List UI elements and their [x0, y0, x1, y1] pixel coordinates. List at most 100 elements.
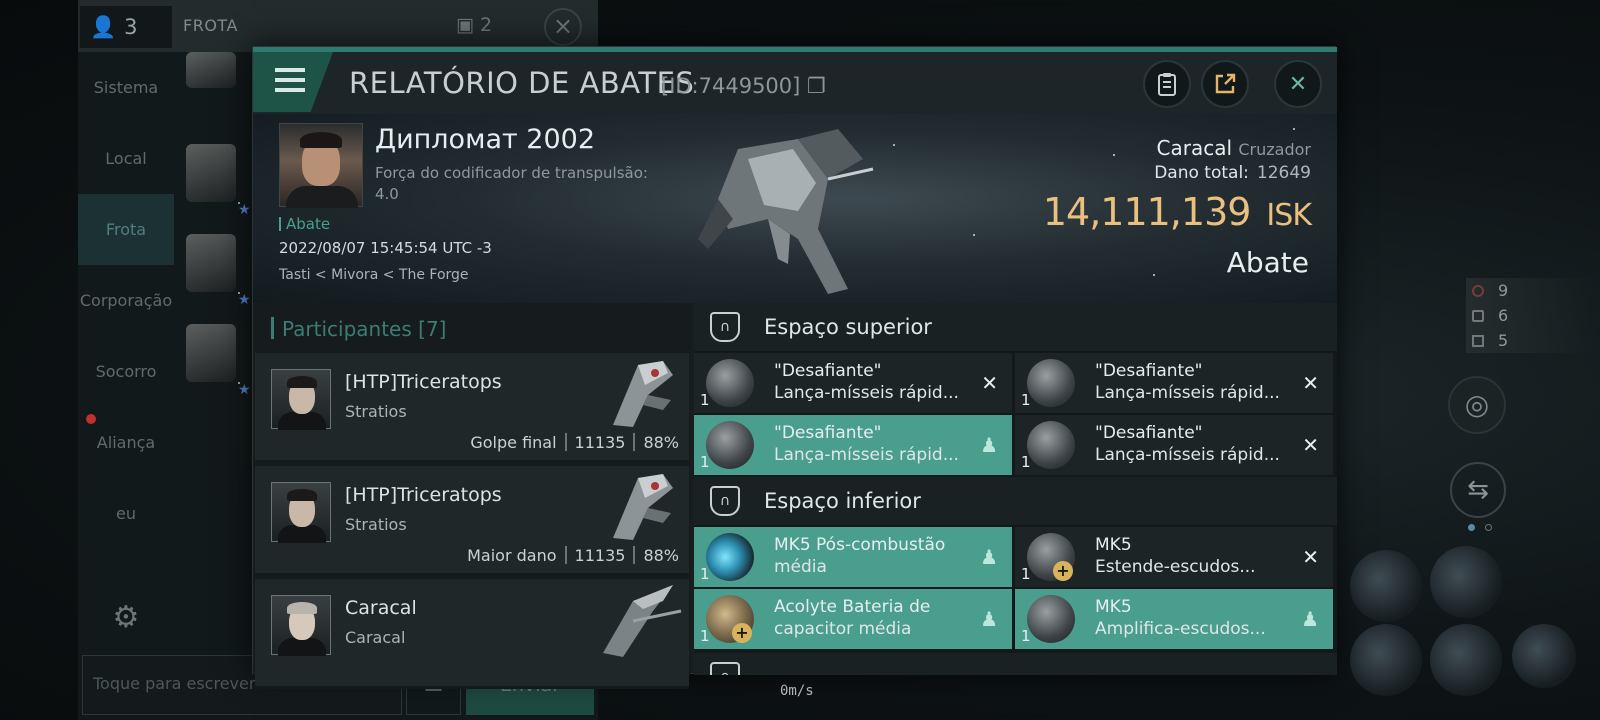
avatar[interactable]: ★ — [186, 324, 251, 398]
hud-stat: 9 — [1466, 278, 1596, 303]
member-slots[interactable]: ▣ 2 — [456, 14, 492, 36]
participant-ship-icon — [603, 585, 682, 657]
nav-item-corporacao[interactable]: Corporação — [78, 265, 174, 336]
clipboard-button[interactable] — [1143, 60, 1191, 108]
shield-amplifier-icon — [1027, 595, 1075, 643]
section-low-slots: ∩ Espaço inferior — [694, 477, 1337, 525]
clipboard-icon — [1158, 73, 1176, 96]
module-slot[interactable] — [1350, 550, 1422, 622]
nav-item-alianca[interactable]: Aliança — [78, 407, 174, 478]
kill-id[interactable]: [ID:7449500] ❐ — [661, 74, 826, 98]
module-slot[interactable] — [1512, 624, 1576, 688]
menu-button[interactable] — [253, 52, 333, 112]
close-icon: ✕ — [1288, 71, 1308, 97]
item-name-line1: MK5 Pós-combustão — [774, 535, 946, 555]
swap-icon[interactable]: ⇆ — [1450, 462, 1506, 518]
victim-portrait[interactable] — [279, 123, 363, 208]
slot-icon: ∩ — [710, 662, 740, 675]
page-dot[interactable] — [1468, 524, 1475, 531]
notification-dot — [86, 414, 96, 424]
fitted-item[interactable]: 1 MK5 Pós-combustão média ♟ — [694, 527, 1012, 587]
victim-detail: Força do codificador de transpulsão: 4.0 — [375, 164, 648, 203]
avatar[interactable]: ★ — [186, 234, 251, 308]
fitted-item[interactable]: 1 "Desafiante" Lança-mísseis rápid... ✕ — [1015, 415, 1333, 475]
nav-item-frota[interactable]: Frota — [78, 194, 174, 265]
section-title: Espaço inferior — [764, 489, 921, 513]
eye-icon[interactable]: ◎ — [1448, 376, 1506, 434]
kill-location[interactable]: Tasti < Mivora < The Forge — [279, 267, 469, 283]
item-qty: 1 — [1021, 391, 1031, 409]
module-slot[interactable] — [1430, 624, 1502, 696]
close-chat-button[interactable]: × — [544, 8, 582, 46]
fitted-item[interactable]: 1 "Desafiante" Lança-mísseis rápid... ♟ — [694, 415, 1012, 475]
participant-name: Caracal — [345, 597, 417, 619]
nav-item-socorro[interactable]: Socorro — [78, 336, 174, 407]
hud-stats: 9 6 5 — [1466, 278, 1596, 353]
fitted-item[interactable]: + 1 MK5 Estende-escudos... ✕ — [1015, 527, 1333, 587]
plus-icon: + — [732, 623, 752, 643]
nav-item-label: Aliança — [96, 433, 156, 452]
item-name-line2: Lança-mísseis rápid... — [1095, 445, 1280, 465]
victim-summary: Дипломат 2002 Força do codificador de tr… — [253, 114, 1337, 303]
hud-stat: 5 — [1466, 328, 1596, 353]
participant-ship: Caracal — [345, 628, 406, 647]
item-qty: 1 — [700, 565, 710, 583]
module-slot[interactable] — [1430, 546, 1502, 618]
participant-avatar[interactable] — [271, 482, 331, 543]
destroyed-icon: ✕ — [1302, 433, 1319, 457]
fitted-item[interactable]: 1 "Desafiante" Lança-mísseis rápid... ✕ — [694, 353, 1012, 413]
item-name-line2: Lança-mísseis rápid... — [1095, 383, 1280, 403]
isk-value: 14,111,139 ISK — [1043, 190, 1312, 234]
item-name-line2: média — [774, 557, 827, 577]
item-qty: 1 — [1021, 453, 1031, 471]
chat-channel-name: FROTA — [183, 16, 238, 35]
item-name-line2: capacitor média — [774, 619, 912, 639]
page-dot[interactable] — [1485, 524, 1492, 531]
drone-icon — [1472, 309, 1484, 322]
launcher-icon — [1027, 359, 1075, 407]
fitted-item[interactable]: 1 "Desafiante" Lança-mísseis rápid... ✕ — [1015, 353, 1333, 413]
hamburger-icon — [275, 68, 305, 98]
item-qty: 1 — [700, 391, 710, 409]
avatar[interactable] — [186, 52, 236, 88]
participants-header[interactable]: Participantes [7] — [271, 317, 446, 341]
participant-row[interactable]: [HTP]Triceratops Stratios Maior dano 1113… — [255, 466, 689, 576]
participant-avatar[interactable] — [271, 369, 331, 430]
avatar[interactable]: ★ — [186, 144, 251, 218]
participant-role: Maior dano — [467, 546, 557, 565]
ship-class: Cruzador — [1238, 140, 1311, 159]
share-button[interactable] — [1201, 60, 1249, 108]
item-qty: 1 — [1021, 565, 1031, 583]
ship-image[interactable] — [678, 119, 878, 299]
dropped-person-icon: ♟ — [980, 433, 998, 457]
high-slot-icon: ∩ — [710, 312, 740, 342]
participant-name: [HTP]Triceratops — [345, 371, 502, 393]
victim-name[interactable]: Дипломат 2002 — [375, 124, 595, 155]
participant-avatar[interactable] — [271, 595, 331, 656]
member-slots-count: 2 — [479, 14, 493, 36]
chat-header: 👤 3 FROTA ▣ 2 × — [78, 0, 598, 52]
damage-value: 12649 — [1256, 163, 1311, 183]
person-icon: 👤 — [90, 14, 117, 39]
fitted-item[interactable]: 1 MK5 Amplifica-escudos... ♟ — [1015, 589, 1333, 649]
destroyed-icon: ✕ — [981, 371, 998, 395]
destroyed-icon: ✕ — [1302, 545, 1319, 569]
close-button[interactable]: ✕ — [1274, 60, 1322, 108]
kill-id-text: [ID:7449500] — [661, 74, 801, 98]
gear-icon[interactable]: ⚙ — [108, 600, 144, 636]
members-count-button[interactable]: 👤 3 — [80, 6, 172, 48]
ship-name: Caracal — [1156, 136, 1233, 160]
item-name-line1: MK5 — [1095, 535, 1132, 555]
module-slot[interactable] — [1350, 624, 1422, 696]
nav-item-eu[interactable]: eu — [78, 478, 174, 549]
share-icon — [1215, 73, 1236, 94]
cargo-icon — [1472, 334, 1484, 347]
participant-row[interactable]: [HTP]Triceratops Stratios Golpe final 111… — [255, 353, 689, 463]
nav-item-local[interactable]: Local — [78, 123, 174, 194]
fitted-item[interactable]: + 1 Acolyte Bateria de capacitor média ♟ — [694, 589, 1012, 649]
nav-item-sistema[interactable]: Sistema — [78, 52, 174, 123]
participant-row[interactable]: Caracal Caracal — [255, 579, 689, 689]
fitting-panel: ∩ Espaço superior 1 "Desafiante" Lança-m… — [694, 303, 1337, 675]
star-icon: ★ — [238, 382, 251, 398]
page-dots — [1468, 524, 1492, 531]
